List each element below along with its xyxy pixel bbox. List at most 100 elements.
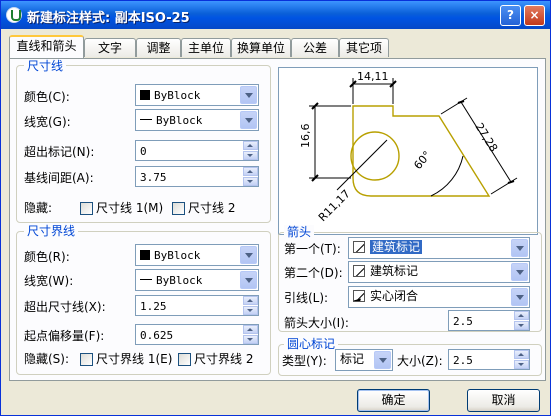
dim-suppress-1-label[interactable]: 尺寸线 1(M)	[96, 200, 163, 216]
window-title: 新建标注样式: 副本ISO-25	[27, 11, 190, 26]
dropdown-arrow-icon[interactable]	[240, 86, 257, 104]
leader-value: 实心闭合	[370, 289, 419, 303]
dim-baseline-label: 基线间距(A):	[24, 171, 94, 185]
first-arrow-label: 第一个(T):	[284, 242, 341, 256]
dim-color-select[interactable]: ByBlock	[135, 84, 259, 106]
first-arrow-value: 建筑标记	[370, 240, 423, 254]
title-bar[interactable]: 新建标注样式: 副本ISO-25 ? ×	[1, 1, 550, 29]
help-button[interactable]: ?	[500, 5, 521, 26]
ext-lineweight-value: ByBlock	[156, 274, 203, 287]
dim-extend-input[interactable]: 0	[135, 140, 259, 161]
second-arrow-label: 第二个(D):	[284, 266, 343, 280]
tab-text[interactable]: 文字	[84, 38, 136, 57]
dropdown-arrow-icon[interactable]	[240, 246, 257, 264]
center-size-label: 大小(Z):	[397, 354, 443, 368]
dim-radius-text: R11,17	[316, 187, 353, 224]
dim-baseline-value: 3.75	[140, 171, 167, 184]
ext-lineweight-label: 线宽(W):	[24, 274, 74, 288]
dim-extend-label: 超出标记(N):	[24, 145, 95, 159]
spin-up-icon[interactable]	[514, 311, 529, 320]
spin-down-icon[interactable]	[243, 177, 258, 186]
center-type-label: 类型(Y):	[282, 354, 327, 368]
ext-lineweight-select[interactable]: ByBlock	[135, 269, 259, 291]
dim-color-label: 颜色(C):	[24, 90, 70, 104]
ext-offset-value: 0.625	[140, 329, 174, 342]
leader-label: 引线(L):	[284, 291, 329, 305]
dialog-window: 新建标注样式: 副本ISO-25 ? × 直线和箭头 文字 调整 主单位 换算单…	[0, 0, 551, 416]
dim-angle-text: 60°	[411, 149, 433, 172]
ext-extend-value: 1.25	[140, 300, 167, 313]
dropdown-arrow-icon[interactable]	[240, 271, 257, 289]
dropdown-arrow-icon[interactable]	[511, 263, 528, 281]
ext-offset-input[interactable]: 0.625	[135, 324, 259, 345]
tab-panel: 尺寸线 颜色(C): ByBlock 线宽(G): ByBlock 超出标记(N…	[9, 58, 546, 381]
color-swatch	[140, 250, 150, 260]
spin-up-icon[interactable]	[243, 141, 258, 150]
app-icon	[6, 7, 22, 23]
ext-suppress-1-label[interactable]: 尺寸界线 1(E)	[96, 351, 172, 367]
dropdown-arrow-icon[interactable]	[511, 288, 528, 306]
center-type-select[interactable]: 标记	[335, 349, 393, 371]
center-size-value: 2.5	[453, 354, 473, 367]
tab-fit[interactable]: 调整	[136, 38, 181, 57]
spin-up-icon[interactable]	[243, 325, 258, 334]
spin-up-icon[interactable]	[514, 350, 529, 359]
preview-pane: 14,11 16,6 27,28 60° R11,17	[278, 67, 538, 235]
spin-down-icon[interactable]	[514, 360, 529, 369]
ext-suppress-1-checkbox[interactable]	[80, 353, 93, 366]
first-arrow-select[interactable]: 建筑标记	[348, 237, 530, 259]
ext-line-title: 尺寸界线	[24, 224, 79, 238]
arrow-size-label: 箭头大小(I):	[284, 316, 349, 330]
tab-alternate-units[interactable]: 换算单位	[231, 38, 291, 57]
dropdown-arrow-icon[interactable]	[511, 239, 528, 257]
cancel-button[interactable]: 取消	[467, 389, 540, 412]
arrow-size-input[interactable]: 2.5	[448, 310, 530, 331]
dropdown-arrow-icon[interactable]	[240, 111, 257, 129]
spin-down-icon[interactable]	[514, 321, 529, 330]
lineweight-swatch	[140, 119, 152, 120]
spin-up-icon[interactable]	[243, 296, 258, 305]
dim-baseline-input[interactable]: 3.75	[135, 166, 259, 187]
spin-down-icon[interactable]	[243, 335, 258, 344]
center-mark-title: 圆心标记	[284, 337, 339, 351]
color-swatch	[140, 90, 150, 100]
spin-up-icon[interactable]	[243, 167, 258, 176]
dim-suppress-2-label[interactable]: 尺寸线 2	[188, 200, 235, 216]
ok-button[interactable]: 确定	[357, 389, 430, 412]
close-button[interactable]: ×	[524, 5, 545, 26]
leader-select[interactable]: 实心闭合	[348, 286, 530, 308]
lineweight-swatch	[140, 279, 152, 280]
dropdown-arrow-icon[interactable]	[374, 351, 391, 369]
tab-lines-arrows[interactable]: 直线和箭头	[9, 35, 84, 58]
second-arrow-value: 建筑标记	[370, 264, 419, 278]
tab-primary-units[interactable]: 主单位	[181, 38, 231, 57]
dim-suppress-2-checkbox[interactable]	[172, 202, 185, 215]
ext-color-select[interactable]: ByBlock	[135, 244, 259, 266]
dimension-preview-drawing: 14,11 16,6 27,28 60° R11,17	[299, 70, 518, 224]
ext-suppress-2-checkbox[interactable]	[178, 353, 191, 366]
center-type-value: 标记	[340, 352, 365, 366]
arrows-title: 箭头	[284, 225, 315, 239]
dim-color-value: ByBlock	[154, 89, 201, 102]
dim-line-title: 尺寸线	[24, 59, 67, 73]
dim-lineweight-label: 线宽(G):	[24, 115, 71, 129]
dim-extend-value: 0	[140, 145, 147, 158]
tab-other[interactable]: 其它项	[339, 38, 389, 57]
ext-extend-input[interactable]: 1.25	[135, 295, 259, 316]
spin-down-icon[interactable]	[243, 306, 258, 315]
spin-down-icon[interactable]	[243, 151, 258, 160]
ext-color-value: ByBlock	[154, 249, 201, 262]
dim-lineweight-select[interactable]: ByBlock	[135, 109, 259, 131]
dim-suppress-1-checkbox[interactable]	[80, 202, 93, 215]
ext-suppress-label: 隐藏(S):	[24, 352, 70, 366]
ext-color-label: 颜色(R):	[24, 250, 70, 264]
ext-suppress-2-label[interactable]: 尺寸界线 2	[194, 351, 253, 367]
ext-offset-label: 起点偏移量(F):	[24, 329, 105, 343]
second-arrow-select[interactable]: 建筑标记	[348, 261, 530, 283]
tab-tolerances[interactable]: 公差	[291, 38, 339, 57]
dim-right-text: 27,28	[472, 121, 500, 155]
center-size-input[interactable]: 2.5	[448, 349, 530, 370]
architectural-tick-icon	[353, 265, 365, 277]
dim-left-text: 16,6	[299, 124, 312, 149]
closed-filled-arrow-icon	[353, 290, 365, 302]
